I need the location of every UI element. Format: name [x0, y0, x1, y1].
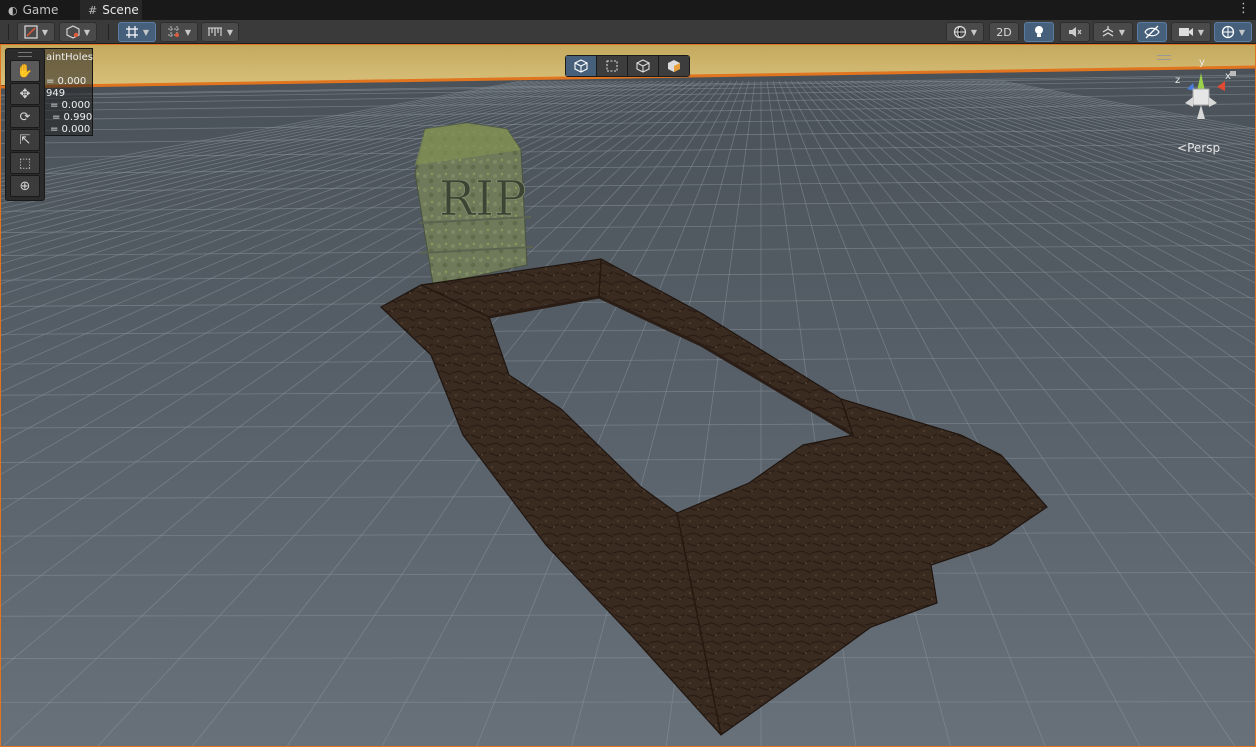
box-icon — [636, 59, 650, 73]
rect-tool-button[interactable]: ⬚ — [10, 152, 40, 174]
tombstone: RIP — [414, 122, 534, 286]
draw-mode-dropdown[interactable]: ▼ — [17, 22, 55, 42]
gizmo-axis-z: z — [1175, 75, 1180, 86]
view-mode-lit-box-button[interactable] — [659, 56, 689, 76]
ground-plane — [1, 67, 1255, 746]
hidden-objects-toggle[interactable] — [1137, 22, 1167, 42]
scale-tool-button[interactable]: ⇱ — [10, 129, 40, 151]
increment-snap-dropdown[interactable]: ▼ — [160, 22, 198, 42]
chevron-down-icon: ▼ — [142, 27, 150, 37]
gizmo-axis-y: y — [1199, 57, 1205, 68]
gizmos-icon — [1221, 25, 1235, 39]
info-line: = 0.000 — [46, 76, 87, 87]
scene-visibility-icon — [953, 25, 967, 39]
chevron-down-icon: ▼ — [1238, 27, 1246, 37]
chevron-down-icon: ▼ — [1197, 27, 1205, 37]
hand-icon: ✋ — [16, 63, 34, 79]
scene-viewport[interactable]: RIP aintHoles = 0.000 949 = 0.000 = 0.99… — [0, 44, 1256, 747]
chevron-left-icon: < — [1177, 141, 1188, 155]
tab-scene[interactable]: # Scene — [80, 0, 142, 20]
view-mode-toolbar — [565, 55, 690, 77]
scene-render: RIP — [1, 45, 1255, 746]
rect-icon: ⬚ — [18, 155, 32, 171]
tool-palette: ✋ ✥ ⟳ ⇱ ⬚ ⊕ — [5, 48, 45, 201]
debug-info-panel: aintHoles = 0.000 949 = 0.000 = 0.990 = … — [37, 48, 93, 136]
toolbar-separator — [108, 24, 109, 40]
axis-gizmo-icon: y x z — [1175, 57, 1231, 119]
scene-visibility-dropdown[interactable]: ▼ — [946, 22, 984, 42]
more-options-icon[interactable]: ⋮ — [1237, 2, 1250, 16]
gizmos-dropdown[interactable]: ▼ — [1214, 22, 1252, 42]
view-mode-rect-button[interactable] — [597, 56, 628, 76]
audio-toggle[interactable] — [1060, 22, 1090, 42]
gizmo-drag-handle[interactable] — [1157, 55, 1171, 60]
toolbar-separator — [8, 24, 9, 40]
tombstone-engraving: RIP — [439, 171, 526, 227]
info-line: = 0.990 — [52, 112, 93, 123]
view-mode-box-button[interactable] — [628, 56, 659, 76]
hidden-objects-icon — [1144, 25, 1160, 39]
camera-icon — [1178, 28, 1193, 36]
draw-mode-icon — [24, 25, 38, 39]
scale-icon: ⇱ — [19, 132, 31, 148]
info-line: = 0.000 — [50, 124, 91, 135]
chevron-down-icon: ▼ — [83, 27, 91, 37]
ruler-dropdown[interactable]: ▼ — [201, 22, 239, 42]
info-panel-title: aintHoles — [46, 52, 93, 63]
cube-icon — [574, 59, 588, 73]
tab-game[interactable]: ◐ Game — [0, 0, 80, 20]
grid-icon: # — [88, 3, 98, 17]
gamepad-icon: ◐ — [8, 3, 18, 17]
lit-box-icon — [668, 60, 680, 72]
chevron-down-icon: ▼ — [184, 27, 192, 37]
move-tool-button[interactable]: ✥ — [10, 83, 40, 105]
palette-drag-handle[interactable] — [6, 49, 44, 59]
effects-dropdown[interactable]: ▼ — [1093, 22, 1133, 42]
scene-toolbar: ▼ ▼ ▼ ▼ ▼ ▼ 2D ▼ ▼ ▼ — [0, 20, 1256, 44]
rotate-tool-button[interactable]: ⟳ — [10, 106, 40, 128]
orientation-gizmo[interactable]: y x z — [1157, 53, 1253, 153]
lighting-toggle[interactable] — [1024, 22, 1054, 42]
shading-icon — [66, 25, 80, 39]
grid-snap-icon — [125, 26, 138, 38]
chevron-down-icon: ▼ — [1118, 27, 1126, 37]
tab-game-label: Game — [22, 3, 59, 17]
hand-tool-button[interactable]: ✋ — [10, 60, 40, 82]
tab-scene-label: Scene — [102, 3, 139, 17]
chevron-down-icon: ▼ — [970, 27, 978, 37]
info-line: 949 — [46, 88, 66, 99]
rect-select-icon — [606, 60, 618, 72]
projection-toggle[interactable]: <Persp — [1177, 141, 1220, 155]
audio-mute-icon — [1069, 27, 1082, 37]
shading-dropdown[interactable]: ▼ — [59, 22, 97, 42]
rotate-icon: ⟳ — [19, 109, 31, 125]
camera-dropdown[interactable]: ▼ — [1171, 22, 1211, 42]
chevron-down-icon: ▼ — [41, 27, 49, 37]
ruler-icon — [207, 27, 222, 36]
transform-tool-button[interactable]: ⊕ — [10, 175, 40, 197]
effects-icon — [1102, 26, 1114, 37]
view-mode-cube-button[interactable] — [566, 56, 597, 76]
projection-label: Persp — [1187, 141, 1221, 155]
lightbulb-icon — [1035, 26, 1043, 37]
chevron-down-icon: ▼ — [226, 27, 234, 37]
transform-icon: ⊕ — [19, 178, 31, 194]
increment-snap-icon — [167, 26, 180, 38]
mode-2d-button[interactable]: 2D — [989, 22, 1019, 42]
move-icon: ✥ — [19, 86, 31, 102]
info-line: = 0.000 — [50, 100, 91, 111]
gizmo-lock-icon[interactable] — [1230, 71, 1236, 76]
grid-snap-dropdown[interactable]: ▼ — [118, 22, 156, 42]
tab-bar: ◐ Game # Scene ⋮ — [0, 0, 1256, 20]
